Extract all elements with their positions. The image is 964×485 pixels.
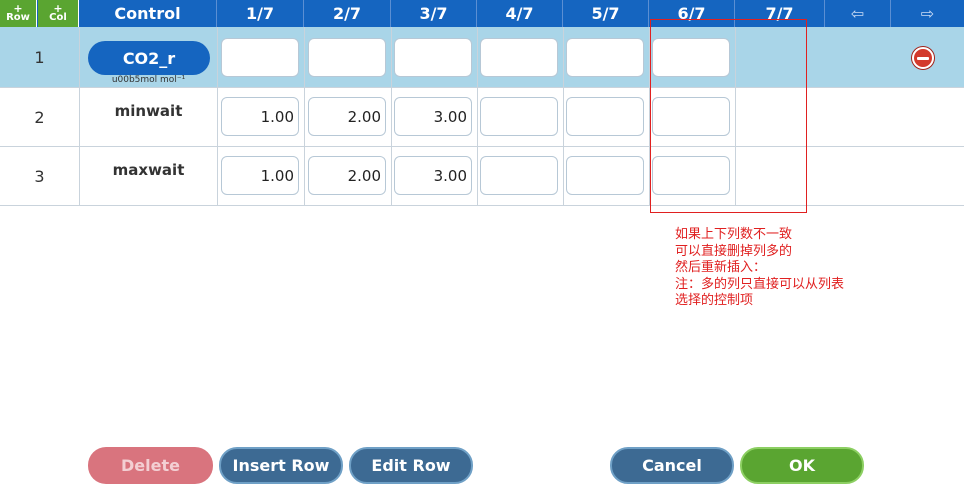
row-number: 1	[34, 48, 45, 67]
value-cell[interactable]: 3.00	[394, 97, 472, 136]
column-divider	[304, 27, 305, 205]
add-col-button[interactable]: + Col	[38, 0, 79, 27]
row-number: 3	[34, 167, 45, 186]
value-cell[interactable]: 3.00	[394, 156, 472, 195]
value-cell[interactable]	[566, 97, 644, 136]
edit-row-button[interactable]: Edit Row	[349, 447, 473, 484]
cancel-button[interactable]: Cancel	[610, 447, 734, 484]
annotation-line: 如果上下列数不一致	[675, 227, 793, 242]
value-cell[interactable]	[480, 38, 558, 77]
annotation-line: 注：多的列只直接可以从列表	[675, 276, 845, 292]
value-cell[interactable]	[480, 97, 558, 136]
column-header-4[interactable]: 4/7	[477, 0, 563, 27]
ok-button[interactable]: OK	[740, 447, 864, 484]
add-col-label: Col	[49, 12, 67, 23]
column-divider	[563, 27, 564, 205]
control-selector-button[interactable]: CO2_r	[88, 41, 210, 75]
column-divider	[477, 27, 478, 205]
control-column-header: Control	[79, 0, 217, 27]
control-label[interactable]: minwait	[80, 102, 217, 120]
value-cell[interactable]: 2.00	[308, 156, 386, 195]
column-header-1[interactable]: 1/7	[217, 0, 304, 27]
remove-row-icon[interactable]	[912, 47, 934, 69]
add-row-label: Row	[6, 12, 30, 23]
scroll-left-arrow-icon[interactable]: ⇦	[825, 0, 891, 27]
value-cell[interactable]	[566, 38, 644, 77]
value-cell[interactable]	[221, 38, 299, 77]
control-label[interactable]: maxwait	[80, 161, 217, 179]
annotation-line: 可以直接删掉列多的	[675, 243, 793, 259]
column-header-3[interactable]: 3/7	[391, 0, 477, 27]
sequence-editor: + Row + Col Control 1/7 2/7 3/7 4/7 5/7 …	[0, 0, 964, 485]
column-divider	[217, 27, 218, 205]
table-header: + Row + Col Control 1/7 2/7 3/7 4/7 5/7 …	[0, 0, 964, 27]
value-cell[interactable]	[480, 156, 558, 195]
row-number: 2	[34, 108, 45, 127]
value-cell[interactable]	[394, 38, 472, 77]
add-row-button[interactable]: + Row	[0, 0, 37, 27]
delete-button[interactable]: Delete	[88, 447, 213, 484]
scroll-right-arrow-icon[interactable]: ⇨	[891, 0, 964, 27]
value-cell[interactable]: 1.00	[221, 156, 299, 195]
value-cell[interactable]: 1.00	[221, 97, 299, 136]
value-cell[interactable]: 2.00	[308, 97, 386, 136]
column-header-5[interactable]: 5/7	[563, 0, 649, 27]
insert-row-button[interactable]: Insert Row	[219, 447, 343, 484]
annotation-highlight-box	[650, 19, 807, 213]
value-cell[interactable]	[566, 156, 644, 195]
annotation-line: 然后重新插入：	[675, 260, 767, 276]
annotation-line: 选择的控制项	[675, 293, 754, 309]
column-header-2[interactable]: 2/7	[304, 0, 391, 27]
control-unit: u00b5mol mol⁻¹	[111, 75, 186, 85]
annotation-note: 如果上下列数不一致 可以直接删掉列多的 然后重新插入： 注：多的列只直接可以从列…	[675, 227, 935, 310]
column-divider	[391, 27, 392, 205]
value-cell[interactable]	[308, 38, 386, 77]
